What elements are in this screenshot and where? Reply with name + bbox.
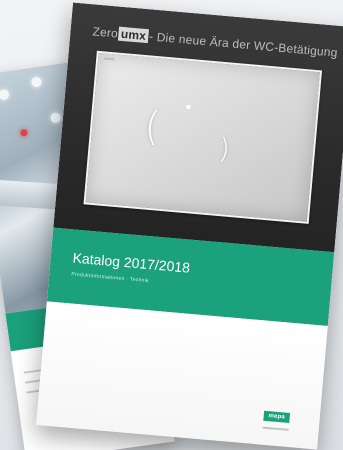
flush-plate-image: ( ) (83, 50, 323, 224)
headline-brand-prefix: Zero (91, 24, 119, 41)
flush-plate-right-bracket-icon: ) (217, 131, 232, 166)
front-catalog-cover: Zero umx - Die neue Ära der WC-Betätigung … (36, 2, 343, 450)
headline-rest: - Die neue Ära der WC-Betätigung (148, 29, 339, 60)
catalog-subtitle: Produktinformationen · Technik (71, 271, 150, 285)
catalog-title: Katalog 2017/2018 (72, 249, 191, 276)
flush-plate-left-bracket-icon: ( (142, 103, 163, 151)
mepa-logo: mepa (263, 410, 291, 423)
cover-dark-section: Zero umx - Die neue Ära der WC-Betätigung … (53, 2, 343, 253)
logo-underline (262, 426, 289, 431)
headline-brand-box: umx (118, 26, 149, 44)
cover-white-section: mepa (36, 301, 328, 450)
